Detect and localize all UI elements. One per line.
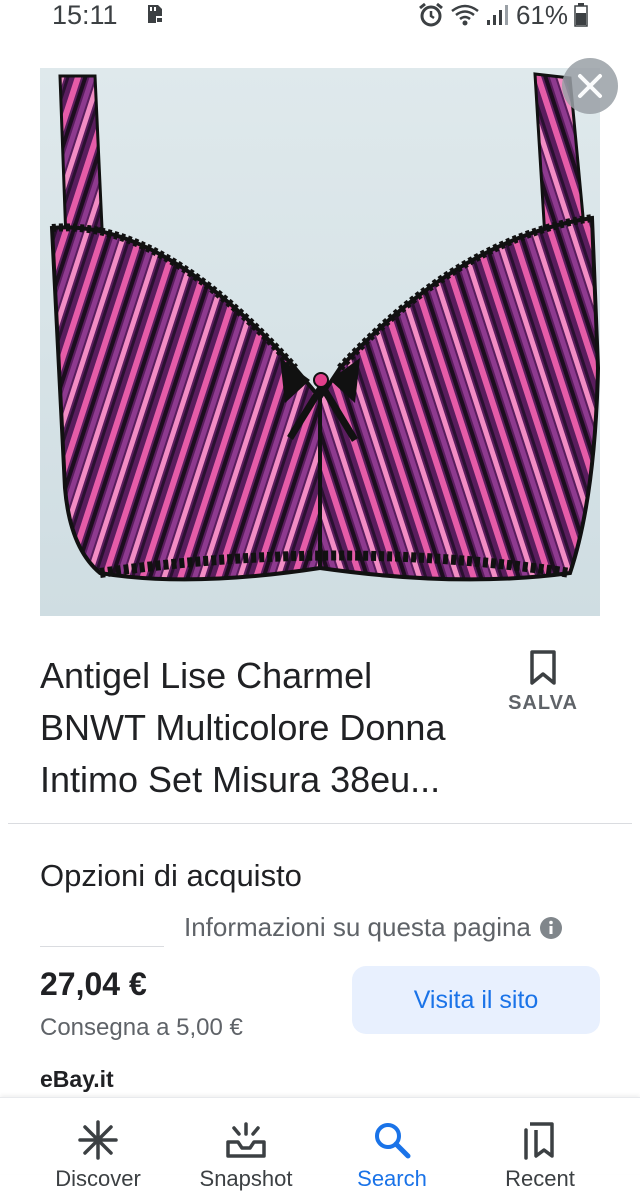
nav-label: Search	[357, 1166, 427, 1191]
nav-item-recent[interactable]: Recent	[476, 1098, 604, 1192]
search-icon	[375, 1123, 411, 1159]
bookmark-icon	[530, 650, 556, 685]
price: 27,04 €	[40, 966, 147, 1002]
status-icons: 61%	[418, 0, 588, 30]
product-title-line: BNWT Multicolore Donna	[40, 707, 446, 748]
info-link[interactable]: Informazioni su questa pagina	[184, 912, 563, 943]
nav-label: Recent	[505, 1166, 575, 1191]
alarm-icon	[419, 2, 443, 27]
section-title: Opzioni di acquisto	[40, 858, 302, 893]
bottom-nav: Discover Snapshot Search Recent	[0, 1097, 640, 1191]
collections-icon	[524, 1122, 554, 1160]
asterisk-icon	[78, 1120, 118, 1160]
nav-item-discover[interactable]: Discover	[34, 1098, 162, 1192]
info-label: Informazioni su questa pagina	[184, 912, 531, 942]
signal-icon	[486, 5, 508, 25]
close-button[interactable]	[562, 58, 618, 114]
status-time: 15:11	[52, 0, 118, 30]
product-title-line: Intimo Set Misura 38eu...	[40, 759, 441, 800]
product-title: Antigel Lise Charmel BNWT Multicolore Do…	[40, 650, 490, 806]
nav-label: Snapshot	[199, 1166, 293, 1191]
product-image[interactable]	[40, 68, 600, 616]
divider	[8, 823, 632, 824]
close-icon	[578, 74, 602, 98]
battery-percent: 61%	[515, 0, 568, 30]
wifi-icon	[451, 4, 479, 26]
status-bar: 15:11 61%	[0, 0, 640, 30]
info-divider	[40, 946, 164, 947]
shipping-cost: Consegna a 5,00 €	[40, 1014, 243, 1041]
save-label: SALVA	[508, 692, 578, 714]
seller-name[interactable]: eBay.it	[40, 1066, 114, 1093]
sd-card-lock-icon	[148, 5, 163, 23]
info-icon	[539, 916, 562, 939]
nav-item-snapshot[interactable]: Snapshot	[182, 1098, 310, 1192]
visit-site-button[interactable]: Visita il sito	[352, 966, 600, 1034]
product-photo	[40, 68, 600, 616]
tray-sparkle-icon	[226, 1122, 266, 1158]
battery-icon	[574, 3, 588, 27]
nav-label: Discover	[55, 1166, 141, 1191]
save-button[interactable]: SALVA	[500, 650, 586, 715]
product-title-line: Antigel Lise Charmel	[40, 655, 373, 696]
nav-item-search[interactable]: Search	[328, 1098, 456, 1192]
